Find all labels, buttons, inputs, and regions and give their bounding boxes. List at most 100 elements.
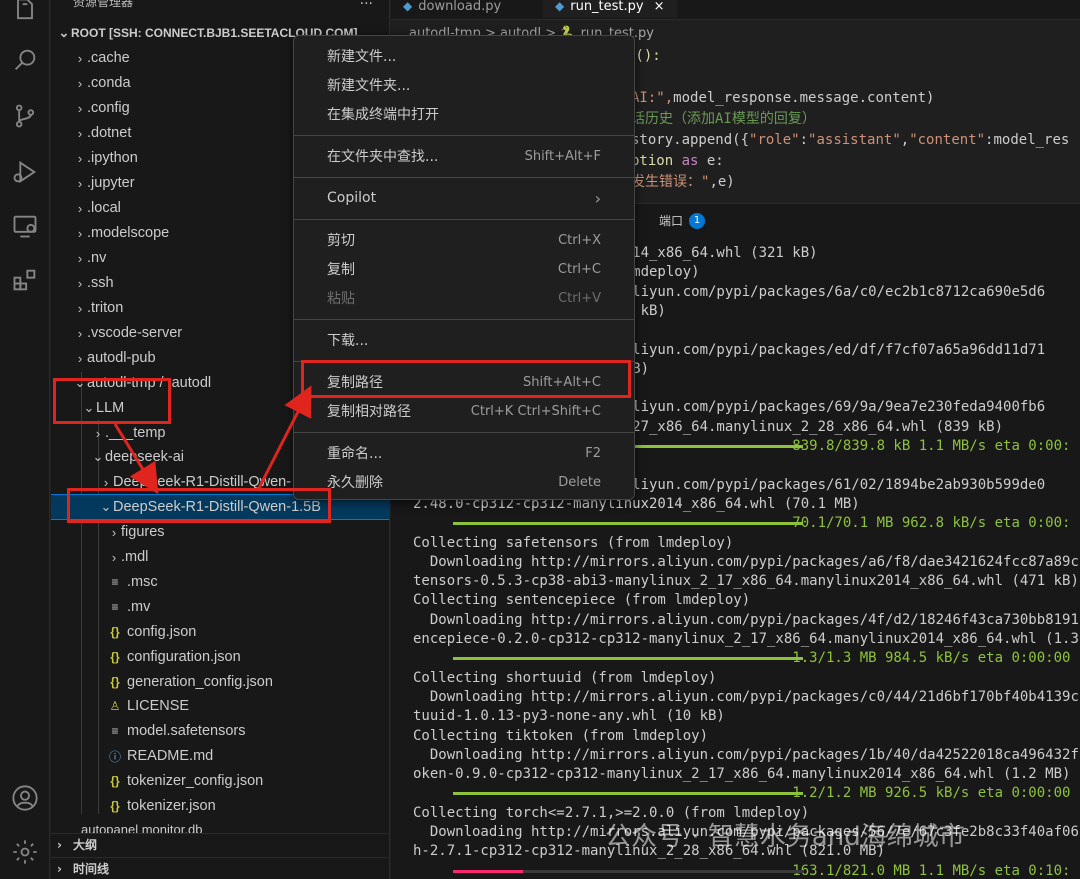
remote-explorer-icon[interactable] — [9, 210, 41, 242]
code-token: : — [799, 132, 809, 148]
folder-label: .___temp — [105, 425, 166, 441]
chevron-right-icon: › — [77, 200, 83, 216]
chevron-right-icon: › — [77, 150, 83, 166]
context-menu: 新建文件... 新建文件夹... 在集成终端中打开 在文件夹中查找... Shif… — [293, 35, 635, 500]
explorer-title: 资源管理器 — [73, 0, 134, 9]
python-icon: ◆ — [403, 0, 413, 13]
folder-figures[interactable]: › figures — [51, 520, 389, 544]
terminal-line: Downloading http://mirrors.aliyun.com/py… — [413, 611, 1079, 628]
menu-separator — [294, 177, 634, 178]
code-token: story.append({ — [631, 132, 750, 148]
file-label: tokenizer.json — [127, 798, 216, 814]
search-icon[interactable] — [9, 44, 41, 76]
explorer-icon[interactable] — [9, 0, 41, 26]
progress-bar — [453, 869, 523, 873]
menu-label: 在集成终端中打开 — [327, 107, 439, 123]
file-readme[interactable]: ⓘ README.md — [51, 744, 389, 768]
menu-delete-permanently[interactable]: 永久删除 Delete — [294, 468, 634, 496]
menu-download[interactable]: 下载... — [294, 326, 634, 354]
tab-ports[interactable]: 端口 1 — [659, 212, 706, 229]
file-label: .msc — [127, 574, 158, 590]
menu-copilot[interactable]: Copilot › — [294, 184, 634, 212]
file-label: tokenizer_config.json — [127, 773, 264, 789]
ports-badge: 1 — [689, 212, 706, 229]
code-line: 话历史（添加AI模型的回复） — [631, 109, 816, 130]
source-control-icon[interactable] — [9, 100, 41, 132]
tab-download-py[interactable]: ◆ download.py — [391, 0, 513, 18]
folder-label: .mdl — [121, 549, 149, 565]
folder-mdl[interactable]: › .mdl — [51, 545, 389, 569]
code-token: model_response.message.content) — [673, 90, 935, 106]
file-msc[interactable]: ≡ .msc — [51, 570, 389, 594]
file-configuration-json[interactable]: {} configuration.json — [51, 645, 389, 669]
file-generation-config-json[interactable]: {} generation_config.json — [51, 670, 389, 694]
menu-cut[interactable]: 剪切 Ctrl+X — [294, 226, 634, 254]
menu-label: 新建文件... — [327, 49, 397, 65]
menu-label: 剪切 — [327, 233, 355, 249]
terminal-line: Collecting tiktoken (from lmdeploy) — [413, 727, 709, 744]
outline-section[interactable]: › 大纲 — [51, 833, 389, 855]
file-tokenizer-json[interactable]: {} tokenizer.json — [51, 794, 389, 818]
outline-label: 大纲 — [73, 838, 98, 852]
json-icon: {} — [110, 650, 120, 664]
activity-bar — [0, 0, 50, 879]
chevron-right-icon: › — [57, 861, 62, 876]
python-icon: ◆ — [555, 0, 565, 13]
terminal-line: Collecting shortuuid (from lmdeploy) — [413, 669, 717, 686]
menu-open-in-terminal[interactable]: 在集成终端中打开 — [294, 100, 634, 128]
menu-label: 下载... — [327, 333, 369, 349]
menu-label: 粘贴 — [327, 291, 355, 307]
menu-shortcut: Ctrl+X — [558, 232, 601, 248]
close-icon[interactable]: × — [654, 0, 665, 14]
menu-label: 新建文件夹... — [327, 78, 411, 94]
menu-paste: 粘贴 Ctrl+V — [294, 284, 634, 312]
folder-label: .local — [87, 200, 121, 216]
folder-label: .cache — [87, 50, 130, 66]
menu-rename[interactable]: 重命名... F2 — [294, 439, 634, 467]
file-lines-icon: ≡ — [111, 724, 119, 738]
menu-shortcut: F2 — [585, 445, 601, 461]
timeline-section[interactable]: › 时间线 — [51, 857, 389, 879]
timeline-label: 时间线 — [73, 862, 110, 876]
menu-copy[interactable]: 复制 Ctrl+C — [294, 255, 634, 283]
menu-label: Copilot — [327, 190, 377, 206]
file-config-json[interactable]: {} config.json — [51, 620, 389, 644]
code-token: 话历史（添加AI模型的回复） — [631, 111, 816, 127]
menu-new-file[interactable]: 新建文件... — [294, 42, 634, 70]
info-icon: ⓘ — [108, 749, 121, 764]
menu-separator — [294, 319, 634, 320]
file-label: config.json — [127, 624, 197, 640]
file-license[interactable]: ♙ LICENSE — [51, 694, 389, 718]
folder-label: .jupyter — [87, 175, 135, 191]
file-mv[interactable]: ≡ .mv — [51, 595, 389, 619]
account-icon[interactable] — [9, 782, 41, 814]
more-actions-icon[interactable]: ... — [360, 0, 373, 8]
extensions-icon[interactable] — [9, 264, 41, 296]
chevron-right-icon: › — [77, 325, 83, 341]
menu-copy-relative-path[interactable]: 复制相对路径 Ctrl+K Ctrl+Shift+C — [294, 397, 634, 425]
menu-shortcut: Delete — [558, 474, 601, 490]
chevron-right-icon: › — [57, 837, 62, 852]
chevron-right-icon: › — [77, 300, 83, 316]
chevron-down-icon: ⌄ — [92, 449, 104, 464]
chevron-right-icon: › — [77, 275, 83, 291]
menu-find-in-folder[interactable]: 在文件夹中查找... Shift+Alt+F — [294, 142, 634, 170]
menu-new-folder[interactable]: 新建文件夹... — [294, 71, 634, 99]
code-token: 发生错误：" — [631, 174, 710, 190]
menu-separator — [294, 432, 634, 433]
watermark: 公众号 · 智慧水务and海绵城市 — [605, 822, 965, 852]
code-token: ,e) — [709, 174, 735, 190]
code-token: "content" — [909, 132, 986, 148]
chevron-right-icon: › — [111, 524, 117, 540]
file-model-safetensors[interactable]: ≡ model.safetensors — [51, 719, 389, 743]
terminal-line: tensors-0.5.3-cp38-abi3-manylinux_2_17_x… — [413, 573, 1079, 590]
license-icon: ♙ — [109, 699, 121, 713]
terminal-line: Downloading http://mirrors.aliyun.com/py… — [413, 688, 1079, 705]
file-label: configuration.json — [127, 649, 241, 665]
file-tokenizer-config-json[interactable]: {} tokenizer_config.json — [51, 769, 389, 793]
tab-run-test-py[interactable]: ◆ run_test.py × — [543, 0, 677, 18]
code-token: ption — [631, 153, 682, 169]
run-debug-icon[interactable] — [9, 156, 41, 188]
settings-gear-icon[interactable] — [9, 836, 41, 868]
ports-label: 端口 — [659, 214, 684, 228]
